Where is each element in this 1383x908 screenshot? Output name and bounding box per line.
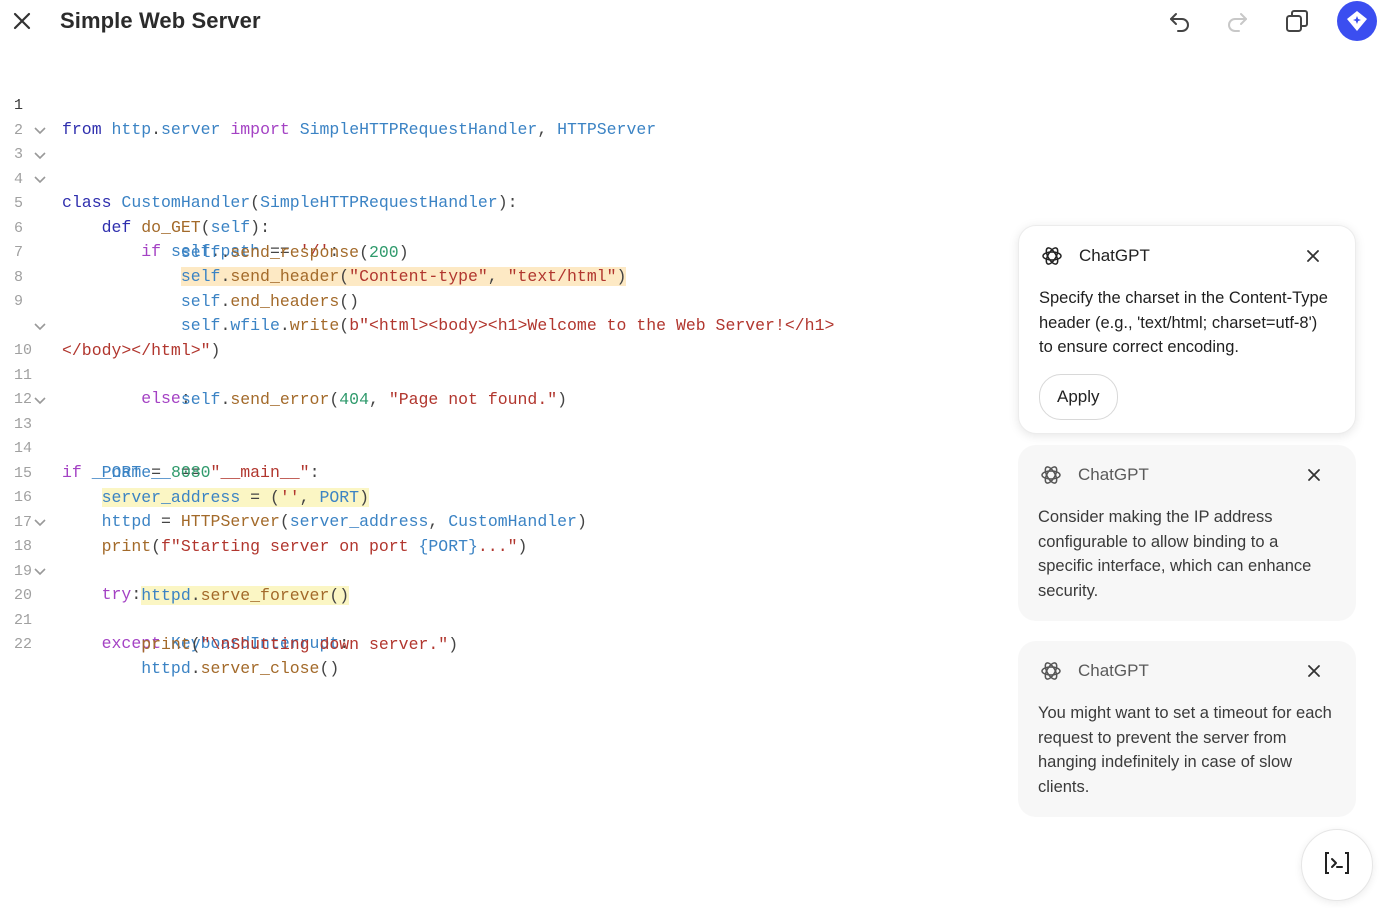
header-bar: Simple Web Server [0, 0, 1383, 44]
code-line: 5 if self.path == '/': [0, 168, 339, 261]
copy-icon[interactable] [1282, 6, 1312, 36]
close-icon[interactable] [1302, 463, 1326, 487]
code-line: 18 try: [0, 511, 141, 604]
fold-chevron-icon[interactable] [32, 315, 48, 339]
suggestion-author: ChatGPT [1079, 246, 1150, 265]
redo-icon[interactable] [1222, 6, 1252, 36]
highlighted-code[interactable]: server_address = ('', PORT) [101, 487, 369, 507]
chatgpt-logo-icon [1038, 658, 1064, 684]
close-icon[interactable] [1301, 244, 1325, 268]
code-line: 19 httpd.serve_forever() [0, 536, 350, 605]
page-title: Simple Web Server [60, 8, 261, 33]
code-line: 8 self.end_headers() [0, 242, 359, 311]
code-line: 1 from http.server import SimpleHTTPRequ… [0, 70, 656, 139]
code-line: 11 self.send_error(404, "Page not found.… [0, 340, 567, 409]
fold-chevron-icon[interactable] [32, 389, 48, 413]
close-icon[interactable] [10, 9, 34, 33]
code-line: </body></html>") [62, 340, 221, 360]
code-line: 7 self.send_header("Content-type", "text… [0, 217, 627, 286]
suggestion-text: Specify the charset in the Content-Type … [1039, 289, 1328, 356]
fold-chevron-icon[interactable] [32, 144, 48, 168]
code-line: 13 if __name__ == "__main__": [0, 389, 319, 482]
code-review-button[interactable] [1301, 829, 1373, 901]
fold-chevron-icon[interactable] [32, 119, 48, 143]
code-line: 22 httpd.server_close() [0, 609, 339, 678]
suggestion-card[interactable]: ChatGPT Consider making the IP address c… [1018, 445, 1356, 621]
suggestion-text: Consider making the IP address configura… [1038, 508, 1312, 600]
suggestion-author: ChatGPT [1078, 661, 1149, 680]
apply-button[interactable]: Apply [1039, 373, 1118, 420]
code-line: 20 except KeyboardInterrupt: [0, 560, 349, 653]
suggestion-text: You might want to set a timeout for each… [1038, 704, 1332, 796]
code-line: 15 server_address = ('', PORT) [0, 438, 369, 507]
line-number: 22 [14, 636, 33, 653]
suggestion-card[interactable]: ChatGPT Specify the charset in the Conte… [1018, 225, 1356, 434]
highlighted-code[interactable]: httpd.serve_forever() [141, 585, 350, 605]
suggest-edits-icon[interactable] [1337, 1, 1377, 41]
fold-chevron-icon[interactable] [32, 511, 48, 535]
code-line: 9 self.wfile.write(b"<html><body><h1>Wel… [0, 266, 834, 335]
fold-chevron-icon[interactable] [32, 560, 48, 584]
chatgpt-logo-icon [1039, 243, 1065, 269]
code-line: 16 httpd = HTTPServer(server_address, Cu… [0, 462, 587, 531]
code-line: 3 class CustomHandler(SimpleHTTPRequestH… [0, 119, 518, 212]
undo-icon[interactable] [1165, 6, 1195, 36]
code-line: 17 print(f"Starting server on port {PORT… [0, 487, 527, 556]
suggestion-card[interactable]: ChatGPT You might want to set a timeout … [1018, 641, 1356, 817]
code-line: 2 [0, 95, 40, 139]
code-line: 6 self.send_response(200) [0, 193, 409, 262]
fold-chevron-icon[interactable] [32, 168, 48, 192]
close-icon[interactable] [1302, 659, 1326, 683]
code-line: 12 [0, 364, 40, 408]
code-line: 10 else: [0, 315, 191, 408]
terminal-icon [1322, 850, 1352, 881]
code-line: 4 def do_GET(self): [0, 144, 270, 237]
code-line: 14 PORT = 8080 [0, 413, 211, 482]
code-line: 21 print("\nShutting down server.") [0, 585, 458, 654]
highlighted-code[interactable]: self.send_header("Content-type", "text/h… [180, 267, 627, 286]
suggestion-author: ChatGPT [1078, 465, 1149, 484]
chatgpt-logo-icon [1038, 462, 1064, 488]
